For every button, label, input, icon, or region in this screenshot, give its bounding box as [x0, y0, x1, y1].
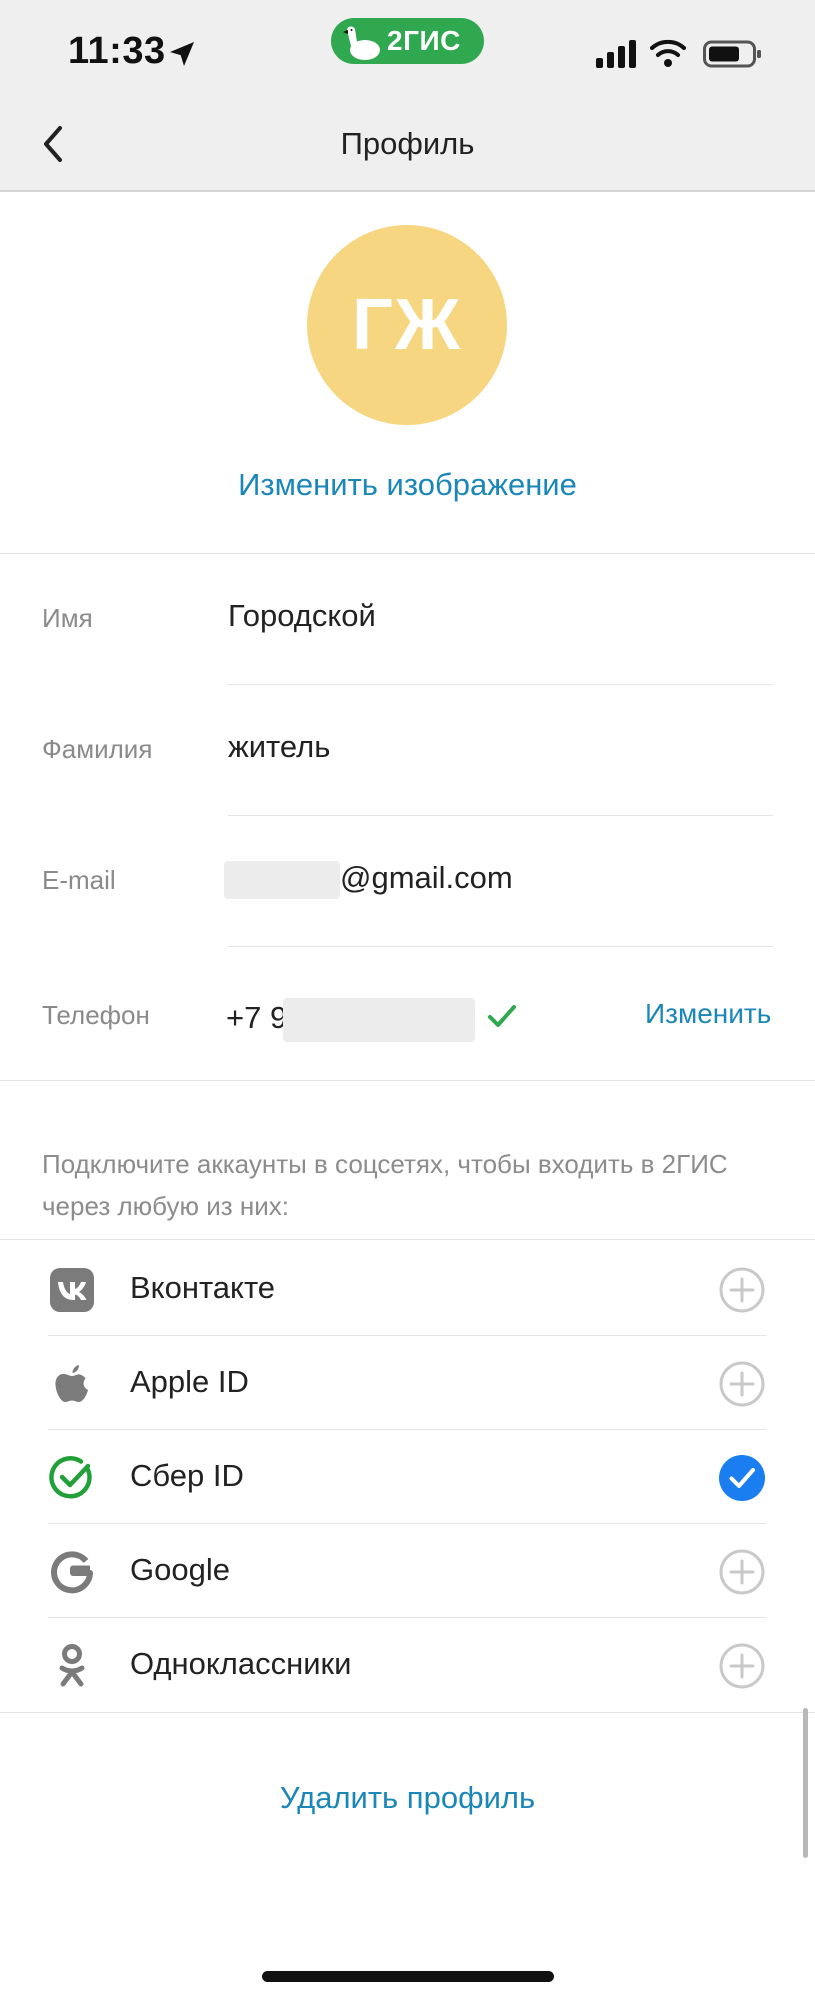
last-name-field[interactable]: житель	[228, 729, 330, 765]
battery-icon	[703, 40, 761, 68]
divider	[0, 553, 815, 554]
home-indicator[interactable]	[262, 1971, 554, 1982]
location-arrow-icon	[170, 42, 194, 66]
divider	[0, 1080, 815, 1081]
verified-check-icon	[488, 1005, 516, 1027]
social-row-google[interactable]: Google	[0, 1524, 815, 1618]
apple-icon	[55, 1365, 88, 1402]
phone-label: Телефон	[42, 1000, 150, 1030]
last-name-label: Фамилия	[42, 734, 153, 764]
social-label: Вконтакте	[130, 1270, 276, 1305]
avatar[interactable]: ГЖ	[307, 225, 507, 425]
brand-text: 2ГИС	[387, 25, 461, 56]
email-label: E-mail	[42, 865, 116, 895]
phone-field: +7 9	[226, 998, 476, 1042]
change-phone-link[interactable]: Изменить	[645, 998, 771, 1030]
add-icon[interactable]	[718, 1266, 766, 1314]
first-name-field[interactable]: Городской	[228, 598, 376, 634]
delete-profile-button[interactable]: Удалить профиль	[0, 1780, 815, 1816]
social-label: Apple ID	[130, 1364, 249, 1399]
first-name-label: Имя	[42, 603, 93, 633]
divider	[0, 1239, 815, 1240]
change-image-link[interactable]: Изменить изображение	[0, 467, 815, 503]
page-title: Профиль	[340, 126, 475, 161]
vk-icon	[50, 1268, 94, 1312]
redacted-text	[224, 860, 340, 899]
ok-icon	[59, 1644, 85, 1687]
phone-prefix: +7 9	[226, 1000, 288, 1036]
divider	[0, 1712, 815, 1713]
redacted-text	[283, 998, 476, 1042]
status-time: 11:33	[68, 30, 166, 72]
cellular-signal-icon	[596, 40, 636, 68]
google-icon	[51, 1551, 93, 1594]
field-underline	[228, 684, 773, 685]
avatar-initials: ГЖ	[352, 285, 462, 365]
social-row-sber[interactable]: Сбер ID	[0, 1430, 815, 1524]
email-field[interactable]: @gmail.com	[224, 860, 513, 899]
field-underline	[228, 815, 773, 816]
social-label: Google	[130, 1552, 230, 1587]
connected-check-icon[interactable]	[718, 1454, 766, 1502]
sber-icon	[49, 1456, 92, 1499]
goose-logo-icon	[343, 26, 380, 60]
email-suffix: @gmail.com	[340, 860, 513, 895]
social-label: Одноклассники	[130, 1646, 352, 1681]
add-icon[interactable]	[718, 1360, 766, 1408]
field-underline	[228, 946, 773, 947]
brand-badge: 2ГИС	[331, 18, 484, 64]
social-label: Сбер ID	[130, 1458, 244, 1493]
social-row-vk[interactable]: Вконтакте	[0, 1242, 815, 1336]
add-icon[interactable]	[718, 1642, 766, 1690]
social-row-ok[interactable]: Одноклассники	[0, 1618, 815, 1712]
social-row-apple[interactable]: Apple ID	[0, 1336, 815, 1430]
wifi-icon	[650, 39, 686, 67]
scrollbar[interactable]	[803, 1708, 808, 1858]
add-icon[interactable]	[718, 1548, 766, 1596]
top-bar: 11:33 2ГИС Профиль	[0, 0, 815, 192]
social-hint: Подключите аккаунты в соцсетях, чтобы вх…	[42, 1149, 728, 1221]
